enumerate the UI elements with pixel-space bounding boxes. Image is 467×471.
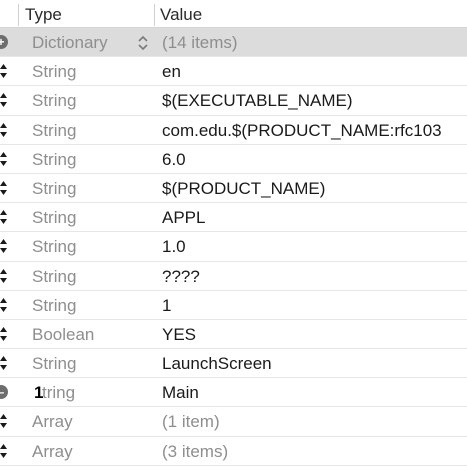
value-cell[interactable]: Main	[162, 378, 199, 406]
type-cell[interactable]: String	[32, 262, 76, 290]
table-row[interactable]: – 1 tring Main	[0, 378, 467, 408]
stepper-arrows-icon[interactable]	[0, 179, 7, 197]
value-cell[interactable]: en	[162, 57, 181, 85]
stepper-arrows-icon[interactable]	[0, 296, 7, 314]
type-cell[interactable]: String	[32, 349, 76, 377]
value-cell[interactable]: $(EXECUTABLE_NAME)	[162, 86, 353, 114]
plist-editor: Type Value + Dictionary (14 items) Strin…	[0, 0, 467, 471]
stepper-arrows-icon[interactable]	[0, 442, 7, 460]
type-cell[interactable]: Array	[32, 437, 73, 465]
table-row[interactable]: + Dictionary (14 items)	[0, 28, 467, 58]
table-row[interactable]: String $(PRODUCT_NAME)	[0, 173, 467, 204]
type-cell[interactable]: String	[32, 232, 76, 260]
value-column-header[interactable]: Value	[160, 0, 202, 28]
stepper-arrows-icon[interactable]	[0, 150, 7, 168]
plus-icon: +	[0, 35, 5, 49]
table-row[interactable]: Boolean YES	[0, 319, 467, 350]
table-row[interactable]: String $(EXECUTABLE_NAME)	[0, 86, 467, 116]
value-cell[interactable]: 1.0	[162, 232, 186, 260]
add-item-button[interactable]: +	[0, 35, 8, 49]
table-row[interactable]: Array (1 item)	[0, 407, 467, 437]
value-cell[interactable]: (14 items)	[162, 28, 238, 56]
value-cell[interactable]: YES	[162, 320, 196, 348]
remove-item-button[interactable]: –	[0, 385, 8, 400]
value-cell[interactable]: com.edu.$(PRODUCT_NAME:rfc103	[162, 116, 442, 144]
type-column-header[interactable]: Type	[25, 0, 62, 28]
value-cell[interactable]: 1	[162, 291, 171, 319]
type-cell[interactable]: String	[32, 291, 76, 319]
stepper-arrows-icon[interactable]	[0, 208, 7, 226]
table-row[interactable]: String en	[0, 57, 467, 87]
value-cell[interactable]: 6.0	[162, 145, 186, 173]
type-cell[interactable]: String	[32, 145, 76, 173]
column-separator[interactable]	[154, 4, 155, 26]
type-cell[interactable]: Array	[32, 407, 73, 435]
popup-arrows-icon[interactable]	[137, 35, 149, 51]
value-cell[interactable]: LaunchScreen	[162, 349, 272, 377]
property-list-rows: + Dictionary (14 items) String en String…	[0, 28, 467, 466]
column-separator[interactable]	[18, 4, 19, 26]
table-row[interactable]: String APPL	[0, 203, 467, 233]
type-cell[interactable]: tring	[42, 378, 75, 406]
stepper-arrows-icon[interactable]	[0, 121, 7, 139]
column-header: Type Value	[0, 0, 467, 28]
value-cell[interactable]: (1 item)	[162, 407, 220, 435]
table-row[interactable]: String ????	[0, 261, 467, 291]
table-row[interactable]: String 1.0	[0, 232, 467, 262]
table-row[interactable]: String 1	[0, 290, 467, 320]
type-cell[interactable]: Boolean	[32, 320, 94, 348]
value-cell[interactable]: ????	[162, 262, 200, 290]
type-cell[interactable]: String	[32, 203, 76, 231]
stepper-arrows-icon[interactable]	[0, 325, 7, 343]
stepper-arrows-icon[interactable]	[0, 412, 7, 430]
type-cell[interactable]: String	[32, 57, 76, 85]
stepper-arrows-icon[interactable]	[0, 267, 7, 285]
type-cell[interactable]: Dictionary	[32, 28, 108, 56]
value-cell[interactable]: APPL	[162, 203, 205, 231]
table-row[interactable]: String com.edu.$(PRODUCT_NAME:rfc103	[0, 115, 467, 145]
type-cell[interactable]: String	[32, 116, 76, 144]
stepper-arrows-icon[interactable]	[0, 62, 7, 80]
type-cell[interactable]: String	[32, 174, 76, 202]
table-row[interactable]: String 6.0	[0, 144, 467, 174]
table-row[interactable]: Array (3 items)	[0, 436, 467, 466]
stepper-arrows-icon[interactable]	[0, 354, 7, 372]
value-cell[interactable]: (3 items)	[162, 437, 228, 465]
type-cell[interactable]: String	[32, 86, 76, 114]
minus-icon: –	[0, 385, 8, 399]
stepper-arrows-icon[interactable]	[0, 237, 7, 255]
table-row[interactable]: String LaunchScreen	[0, 349, 467, 379]
value-cell[interactable]: $(PRODUCT_NAME)	[162, 174, 325, 202]
stepper-arrows-icon[interactable]	[0, 91, 7, 109]
